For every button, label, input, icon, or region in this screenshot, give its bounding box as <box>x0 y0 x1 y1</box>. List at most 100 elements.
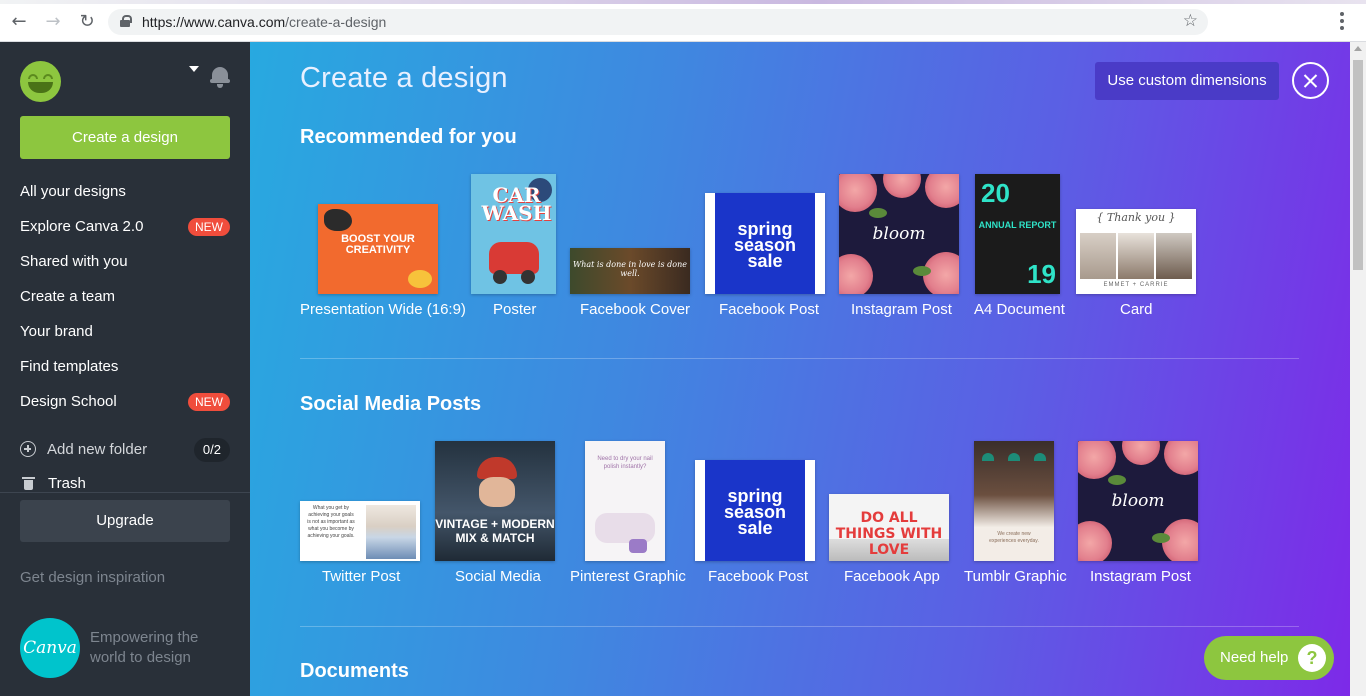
add-folder-button[interactable]: Add new folder 0/2 <box>20 438 230 462</box>
section-title-recommended: Recommended for you <box>300 126 517 148</box>
thumbnail-text: BOOST YOUR CREATIVITY <box>341 233 415 256</box>
sidebar-item-label: Design School <box>20 393 117 410</box>
thumbnail-text: We create new experiences everyday. <box>989 531 1039 544</box>
poster-thumbnail: CAR WASH <box>471 174 556 294</box>
design-inspiration-link[interactable]: Get design inspiration <box>20 569 165 586</box>
need-help-button[interactable]: Need help ? <box>1204 636 1334 680</box>
sidebar-item-design-school[interactable]: Design School NEW <box>20 390 230 414</box>
tab-strip <box>0 0 1366 4</box>
trash-icon <box>22 477 35 490</box>
section-title-social-media: Social Media Posts <box>300 393 482 415</box>
section-divider <box>300 626 1299 627</box>
bookmark-star-icon[interactable]: ☆ <box>1183 11 1198 31</box>
create-design-panel: Create a design Use custom dimensions Re… <box>250 42 1350 696</box>
sidebar-item-label: Find templates <box>20 358 119 375</box>
thumbnail-text: What is done in love is done well. <box>573 260 687 278</box>
sidebar-item-all-designs[interactable]: All your designs <box>20 180 230 204</box>
sidebar-item-shared[interactable]: Shared with you <box>20 250 230 274</box>
design-type-label: Poster <box>493 301 537 318</box>
design-type-label: Instagram Post <box>851 301 952 318</box>
address-bar[interactable]: https://www.canva.com/create-a-design ☆ <box>108 9 1208 35</box>
avatar-eye <box>43 74 53 79</box>
a4-document-thumbnail: 20 ANNUAL REPORT 19 <box>975 174 1060 294</box>
url-host: https://www.canva.com <box>142 14 286 30</box>
twitter-post-thumbnail: What you get by achieving your goals is … <box>300 501 420 561</box>
thumbnail-text: spring season sale <box>733 219 797 271</box>
new-badge: NEW <box>188 218 230 236</box>
page-title: Create a design <box>300 62 508 94</box>
new-badge: NEW <box>188 393 230 411</box>
design-type-label: Facebook Post <box>719 301 820 318</box>
forward-icon[interactable]: → <box>42 11 64 33</box>
thumbnail-text: 19 <box>1027 259 1056 289</box>
instagram-post-thumbnail: bloom <box>839 174 959 294</box>
avatar-eye <box>28 74 38 79</box>
need-help-label: Need help <box>1220 649 1289 666</box>
question-icon: ? <box>1298 644 1326 672</box>
add-folder-label: Add new folder <box>47 441 148 458</box>
thumbnail-text: Need to dry your nail polish instantly? <box>597 456 653 470</box>
thumbnail-text: bloom <box>1111 491 1165 511</box>
sidebar-item-label: Your brand <box>20 323 93 340</box>
scrollbar-thumb[interactable] <box>1353 60 1363 270</box>
sidebar-item-label: Explore Canva 2.0 <box>20 218 144 235</box>
design-type-label: Social Media <box>455 568 541 585</box>
sidebar-item-brand[interactable]: Your brand <box>20 320 230 344</box>
section-title-documents: Documents <box>300 660 409 682</box>
bell-icon[interactable] <box>209 64 231 88</box>
thumbnail-text: bloom <box>872 224 926 244</box>
facebook-cover-thumbnail: What is done in love is done well. <box>570 248 690 294</box>
presentation-thumbnail: BOOST YOUR CREATIVITY <box>318 204 438 294</box>
design-type-label: Tumblr Graphic <box>964 568 1067 585</box>
sidebar-item-label: Shared with you <box>20 253 128 270</box>
thumbnail-text: DO ALL THINGS WITH LOVE <box>835 510 943 558</box>
card-thumbnail: { Thank you } EMMET + CARRIE <box>1076 209 1196 294</box>
folder-count: 0/2 <box>193 438 230 462</box>
facebook-post-thumbnail: spring season sale <box>705 193 825 294</box>
scrollbar[interactable] <box>1350 42 1366 696</box>
design-type-label: Pinterest Graphic <box>570 568 686 585</box>
thumbnail-text: spring season sale <box>723 486 787 538</box>
social-media-thumbnail: VINTAGE + MODERN MIX & MATCH <box>435 441 555 561</box>
design-type-label: Facebook Post <box>708 568 809 585</box>
url-path: /create-a-design <box>285 14 387 30</box>
back-icon[interactable]: ← <box>8 11 30 33</box>
design-type-label: Twitter Post <box>322 568 401 585</box>
section-divider <box>300 358 1299 359</box>
design-type-label: A4 Document <box>974 301 1065 318</box>
thumbnail-text: CAR WASH <box>481 183 552 225</box>
create-design-button[interactable]: Create a design <box>20 116 230 159</box>
close-icon[interactable] <box>1292 62 1329 99</box>
sidebar-item-label: All your designs <box>20 183 126 200</box>
url-text[interactable]: https://www.canva.com/create-a-design <box>142 14 386 30</box>
account-dropdown-icon[interactable] <box>189 66 199 72</box>
sidebar: Create a design All your designs Explore… <box>0 42 250 696</box>
thumbnail-text: { Thank you } <box>1096 211 1176 224</box>
thumbnail-text: EMMET + CARRIE <box>1103 282 1169 288</box>
design-type-label: Facebook Cover <box>580 301 691 318</box>
sidebar-item-label: Create a team <box>20 288 116 305</box>
reload-icon[interactable]: ↻ <box>76 11 98 33</box>
sidebar-item-find-templates[interactable]: Find templates <box>20 355 230 379</box>
pinterest-graphic-thumbnail: Need to dry your nail polish instantly? <box>585 441 665 561</box>
custom-dimensions-button[interactable]: Use custom dimensions <box>1095 62 1279 100</box>
sidebar-divider <box>0 492 250 493</box>
thumbnail-text: VINTAGE + MODERN MIX & MATCH <box>435 517 555 545</box>
thumbnail-text: What you get by achieving your goals is … <box>307 505 355 539</box>
upgrade-button[interactable]: Upgrade <box>20 500 230 542</box>
canva-logo[interactable]: Canva <box>20 618 80 678</box>
plus-circle-icon <box>20 441 36 457</box>
sidebar-item-explore[interactable]: Explore Canva 2.0 NEW <box>20 215 230 239</box>
scroll-up-icon[interactable] <box>1354 46 1362 51</box>
design-type-label: Presentation Wide (16:9) <box>300 301 466 318</box>
instagram-post-thumbnail: bloom <box>1078 441 1198 561</box>
browser-menu-icon[interactable] <box>1338 12 1346 32</box>
thumbnail-text: 20 <box>981 178 1010 208</box>
avatar[interactable] <box>20 61 61 102</box>
sidebar-item-create-team[interactable]: Create a team <box>20 285 230 309</box>
facebook-post-thumbnail: spring season sale <box>695 460 815 561</box>
tumblr-graphic-thumbnail: We create new experiences everyday. <box>974 441 1054 561</box>
lock-icon <box>120 15 132 27</box>
avatar-mouth <box>28 82 53 93</box>
tagline: Empowering the world to design <box>90 629 199 666</box>
